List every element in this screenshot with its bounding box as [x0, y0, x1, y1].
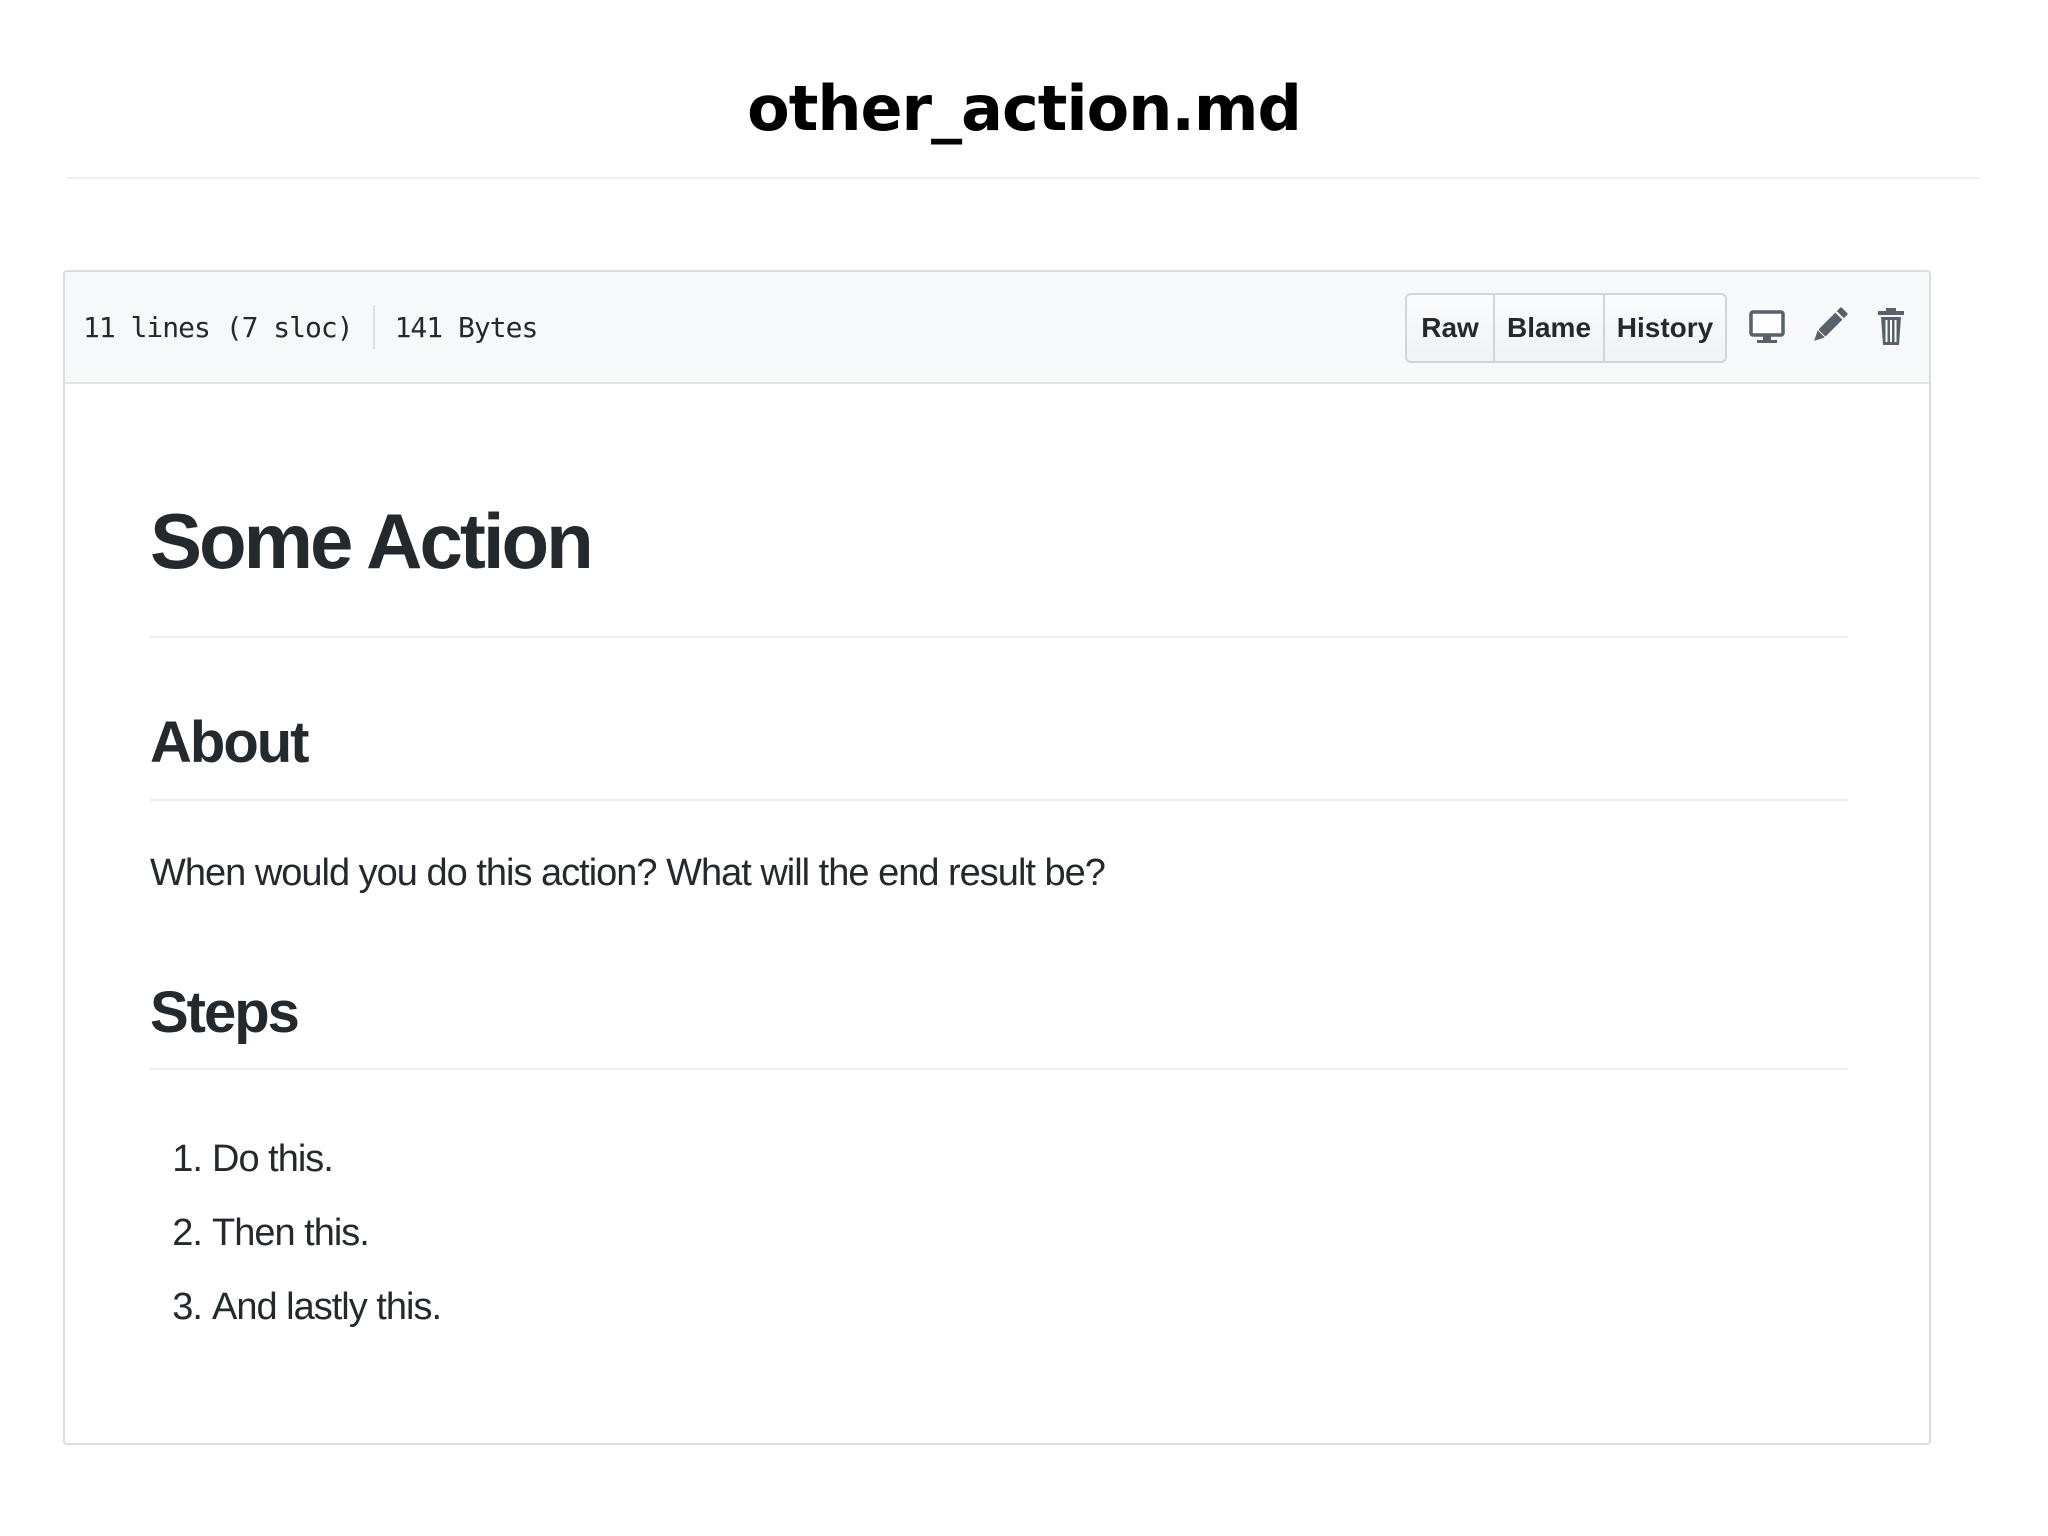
document-title: Some Action: [150, 497, 594, 585]
slide-title: other_action.md: [747, 72, 1302, 145]
pencil-icon[interactable]: [1807, 302, 1851, 350]
file-info: 11 lines (7 sloc) 141 Bytes: [83, 272, 539, 382]
heading-rule: [150, 799, 1848, 801]
file-header: 11 lines (7 sloc) 141 Bytes Raw Blame Hi…: [65, 272, 1929, 384]
blame-button[interactable]: Blame: [1493, 295, 1603, 361]
steps-heading: Steps: [150, 980, 300, 1045]
heading-rule: [150, 636, 1848, 638]
about-paragraph: When would you do this action? What will…: [150, 852, 1106, 894]
list-item-number: 2.: [172, 1211, 203, 1254]
list-item-text: Then this.: [212, 1211, 370, 1254]
file-viewer: 11 lines (7 sloc) 141 Bytes Raw Blame Hi…: [63, 270, 1931, 1445]
raw-button[interactable]: Raw: [1407, 295, 1493, 361]
heading-rule: [150, 1068, 1848, 1070]
steps-list: 1. Do this. 2. Then this. 3. And lastly …: [150, 1122, 442, 1344]
list-item: 3. And lastly this.: [150, 1270, 442, 1344]
file-action-buttons: Raw Blame History: [1405, 293, 1727, 363]
list-item: 2. Then this.: [150, 1196, 441, 1270]
about-heading: About: [150, 710, 309, 775]
title-divider: [66, 177, 1980, 179]
line-count: 11 lines (7 sloc): [83, 310, 354, 344]
list-item: 1. Do this.: [150, 1122, 441, 1196]
list-item-text: Do this.: [212, 1137, 334, 1180]
list-item-number: 3.: [172, 1285, 203, 1328]
history-button[interactable]: History: [1603, 295, 1725, 361]
trash-icon[interactable]: [1869, 302, 1913, 350]
desktop-icon[interactable]: [1745, 302, 1789, 350]
info-divider: [372, 305, 375, 349]
list-item-text: And lastly this.: [212, 1285, 442, 1328]
list-item-number: 1.: [172, 1137, 203, 1180]
file-size: 141 Bytes: [394, 310, 539, 344]
